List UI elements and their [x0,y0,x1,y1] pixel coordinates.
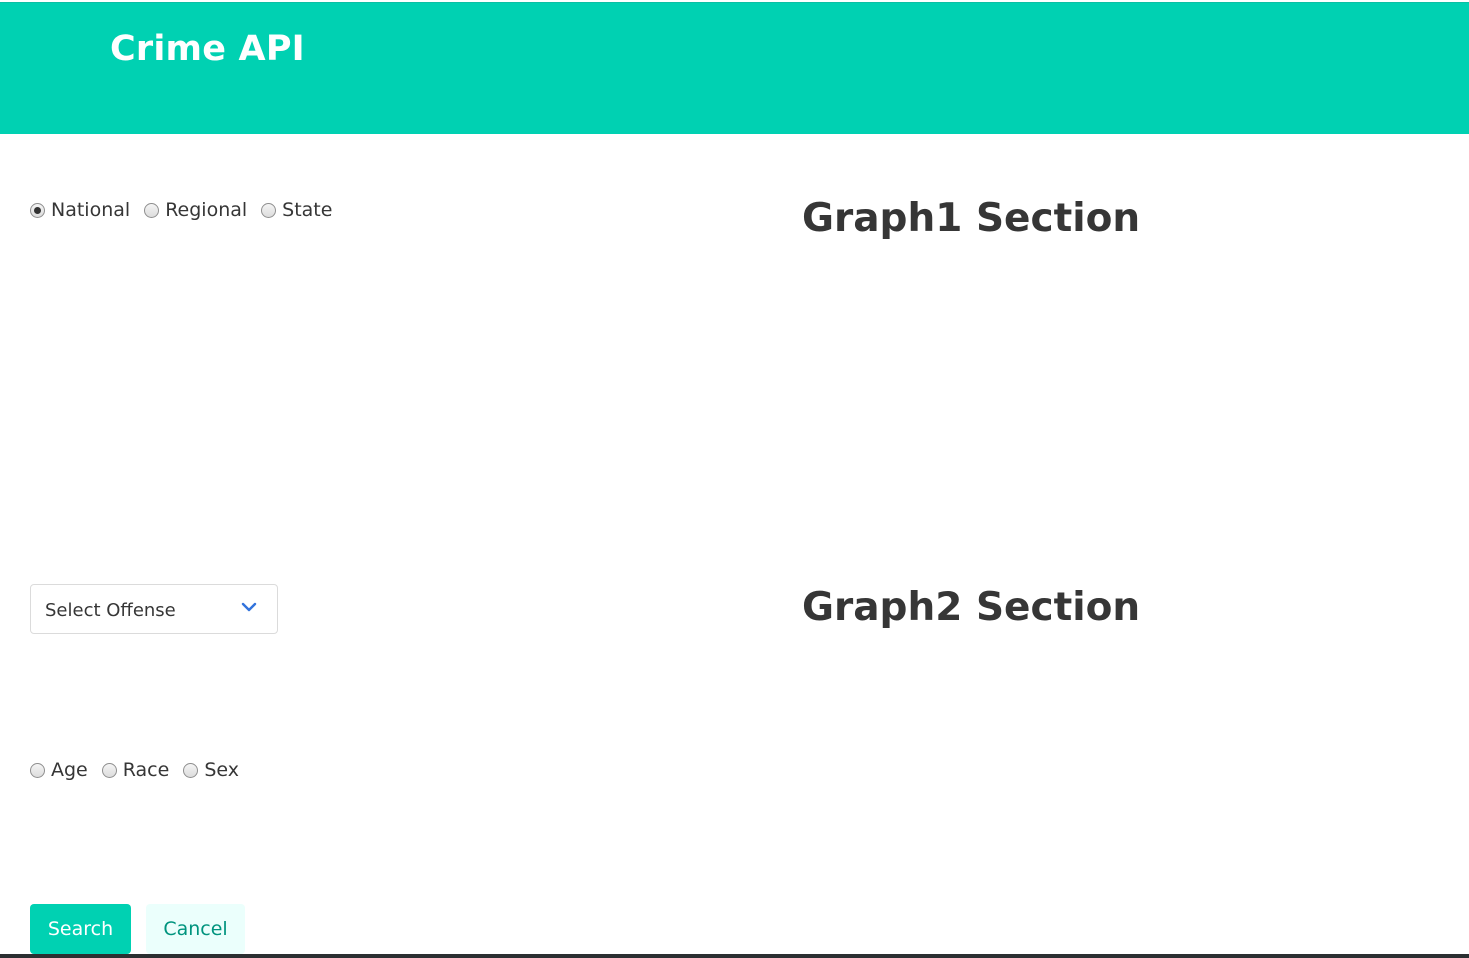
radio-button-state[interactable] [261,202,277,218]
scope-radio-group: National Regional State [30,198,346,222]
radio-national[interactable]: National [30,199,130,221]
chevron-down-icon [241,602,257,612]
cancel-button[interactable]: Cancel [146,904,245,954]
radio-label-age: Age [51,759,88,781]
radio-button-age[interactable] [30,762,45,778]
window-bottom-edge [0,954,1469,958]
radio-label-sex: Sex [204,759,239,781]
radio-button-race[interactable] [101,762,117,778]
offense-select-value: Select Offense [45,600,176,621]
app-title: Crime API [110,29,305,69]
graph2-section-title: Graph2 Section [802,585,1141,630]
radio-label-race: Race [122,759,170,781]
radio-button-regional[interactable] [144,202,160,218]
search-button[interactable]: Search [30,904,131,954]
radio-label-national: National [51,199,131,221]
radio-age[interactable]: Age [30,759,88,781]
radio-label-state: State [282,199,333,221]
radio-label-regional: Regional [165,199,248,221]
offense-select[interactable]: Select Offense [30,584,278,634]
demographic-radio-group: Age Race Sex [30,758,253,782]
radio-race[interactable]: Race [101,759,170,781]
header-banner: Crime API [0,2,1469,134]
radio-sex[interactable]: Sex [183,759,239,781]
graph1-section-title: Graph1 Section [802,196,1141,241]
radio-button-national[interactable] [30,202,45,218]
radio-button-sex[interactable] [183,762,199,778]
radio-state[interactable]: State [261,199,332,221]
radio-regional[interactable]: Regional [144,199,247,221]
